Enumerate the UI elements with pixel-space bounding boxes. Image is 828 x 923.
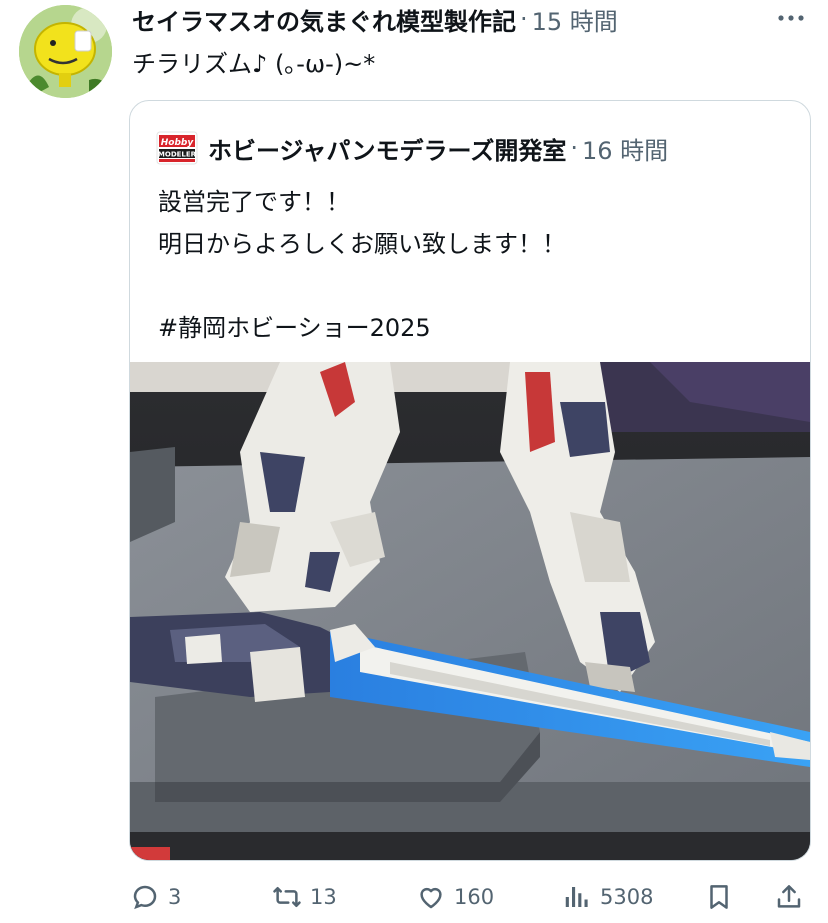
quoted-post-header: Hobby MODELER ホビージャパンモデラーズ開発室 · 16 時間 — [156, 131, 668, 165]
separator-dot: · — [520, 5, 528, 33]
share-icon — [777, 885, 801, 908]
quoted-post-timestamp: 16 時間 — [581, 136, 669, 165]
reply-count: 3 — [168, 885, 182, 909]
repost-count: 13 — [310, 885, 337, 909]
repost-button[interactable]: 13 — [272, 880, 337, 914]
more-horizontal-icon[interactable] — [776, 8, 806, 28]
avatar-image — [19, 5, 112, 98]
quoted-post-text: 設営完了です！！ 明日からよろしくお願い致します！！ #静岡ホビーショー2025 — [158, 188, 566, 342]
view-count: 5308 — [600, 885, 654, 909]
author-name[interactable]: セイラマスオの気まぐれ模型製作記 — [132, 2, 516, 37]
gundam-model-photo — [130, 362, 810, 860]
hobby-modeler-logo: Hobby MODELER — [156, 131, 198, 165]
separator-dot: · — [570, 134, 578, 162]
post-action-bar: 3 13 160 5308 — [0, 872, 828, 922]
reply-button[interactable]: 3 — [130, 880, 181, 914]
quoted-author-name[interactable]: ホビージャパンモデラーズ開発室 — [208, 131, 566, 166]
svg-text:MODELER: MODELER — [158, 151, 197, 159]
quoted-post-card[interactable]: Hobby MODELER ホビージャパンモデラーズ開発室 · 16 時間 設営… — [129, 100, 811, 861]
svg-text:Hobby: Hobby — [161, 138, 195, 148]
reply-icon — [133, 885, 157, 910]
post-header: セイラマスオの気まぐれ模型製作記 · 15 時間 — [132, 2, 618, 36]
bookmark-icon — [710, 885, 728, 909]
post-timestamp[interactable]: 15 時間 — [532, 2, 618, 37]
quoted-post-photo[interactable] — [130, 362, 810, 860]
repost-icon — [273, 887, 301, 907]
bookmark-button[interactable] — [704, 880, 742, 914]
views-chart-icon — [565, 887, 588, 907]
like-button[interactable]: 160 — [416, 880, 494, 914]
heart-icon — [420, 887, 442, 909]
views-button[interactable]: 5308 — [562, 880, 653, 914]
share-button[interactable] — [774, 880, 812, 914]
avatar[interactable] — [19, 5, 112, 98]
post-text: チラリズム♪ (｡-ω-)~* — [132, 50, 376, 78]
like-count: 160 — [454, 885, 495, 909]
